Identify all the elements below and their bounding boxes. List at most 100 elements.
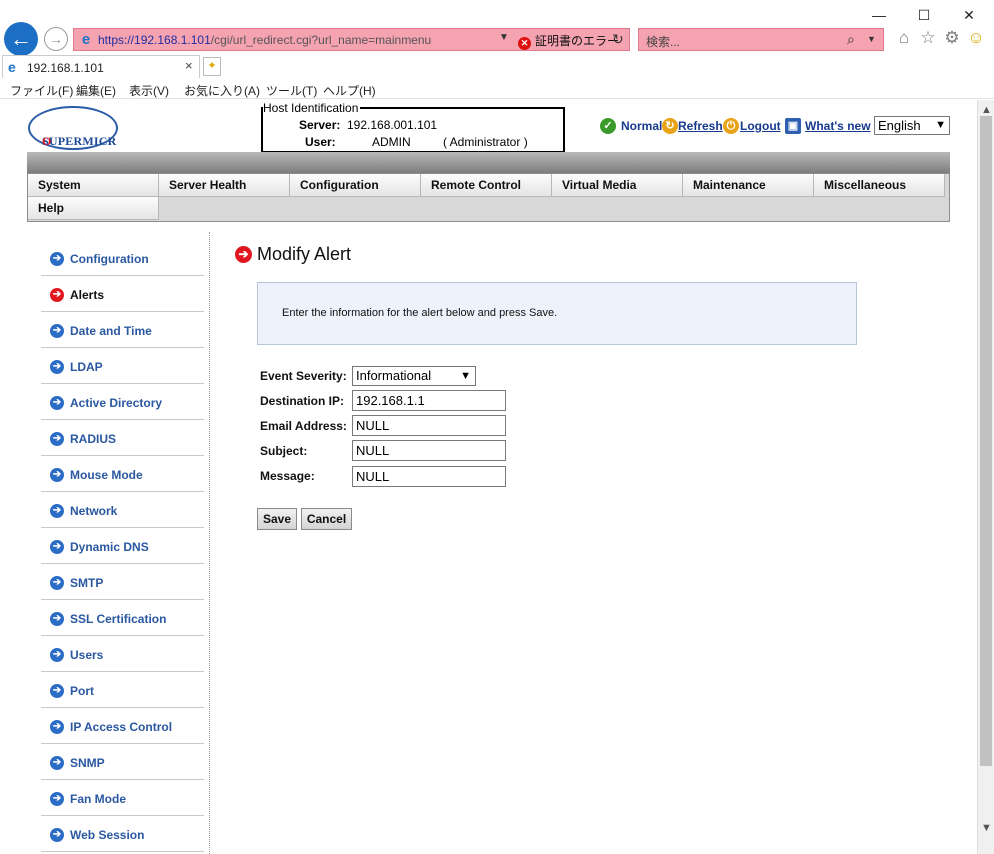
sidebar-item-smtp[interactable]: ➔ SMTP: [41, 564, 204, 600]
menu-favorites[interactable]: お気に入り(A): [184, 82, 260, 99]
menu-edit[interactable]: 編集(E): [76, 82, 116, 99]
maximize-icon[interactable]: ☐: [912, 4, 936, 26]
nav-configuration[interactable]: Configuration: [290, 174, 421, 197]
nav-virtual-media[interactable]: Virtual Media: [552, 174, 683, 197]
browser-search-box[interactable]: 検索... ⌕ ▼: [638, 28, 884, 51]
sidebar-item-configuration[interactable]: ➔ Configuration: [41, 240, 204, 276]
tab-ie-icon: e: [8, 59, 16, 75]
menu-file[interactable]: ファイル(F): [10, 82, 73, 99]
server-label: Server:: [299, 118, 341, 132]
info-box: Enter the information for the alert belo…: [257, 282, 857, 345]
logout-link[interactable]: Logout: [740, 119, 781, 133]
chevron-down-icon: ▼: [460, 370, 471, 382]
nav-miscellaneous[interactable]: Miscellaneous: [814, 174, 945, 197]
favorites-star-icon[interactable]: ☆: [918, 28, 938, 48]
severity-select[interactable]: Informational ▼: [352, 366, 476, 386]
title-arrow-icon: ➔: [235, 246, 252, 263]
logout-icon[interactable]: ⏻: [723, 118, 739, 134]
nav-header-band: [27, 152, 950, 174]
cancel-button[interactable]: Cancel: [301, 508, 352, 530]
sidebar-divider: [209, 232, 210, 854]
arrow-right-icon: ➔: [50, 432, 64, 446]
forward-button[interactable]: →: [44, 27, 68, 51]
search-dropdown-icon[interactable]: ▼: [867, 34, 876, 44]
arrow-right-icon: ➔: [50, 360, 64, 374]
scroll-down-icon[interactable]: ▼: [981, 822, 992, 834]
save-button[interactable]: Save: [257, 508, 297, 530]
refresh-link[interactable]: Refresh: [678, 119, 723, 133]
sidebar-item-fan-mode[interactable]: ➔ Fan Mode: [41, 780, 204, 816]
server-value: 192.168.001.101: [347, 118, 438, 132]
nav-system[interactable]: System: [28, 174, 159, 197]
arrow-right-icon: ➔: [50, 612, 64, 626]
monitor-icon[interactable]: ▣: [785, 118, 801, 134]
menu-tools[interactable]: ツール(T): [266, 82, 317, 99]
sidebar-item-snmp[interactable]: ➔ SNMP: [41, 744, 204, 780]
subject-input[interactable]: NULL: [352, 440, 506, 461]
message-input[interactable]: NULL: [352, 466, 506, 487]
home-icon[interactable]: ⌂: [894, 28, 914, 48]
whats-new-link[interactable]: What's new: [805, 119, 871, 133]
sidebar-item-date-time[interactable]: ➔ Date and Time: [41, 312, 204, 348]
address-bar[interactable]: e https://192.168.1.101/cgi/url_redirect…: [73, 28, 630, 51]
sidebar-item-port[interactable]: ➔ Port: [41, 672, 204, 708]
subject-label: Subject:: [260, 444, 308, 458]
settings-gear-icon[interactable]: ⚙: [942, 28, 962, 48]
arrow-right-icon: ➔: [50, 828, 64, 842]
language-select[interactable]: English ▼: [874, 116, 950, 135]
sidebar-item-active-directory[interactable]: ➔ Active Directory: [41, 384, 204, 420]
status-ok-icon: ✓: [600, 118, 616, 134]
user-role-value: ( Administrator ): [443, 135, 528, 149]
tab-title: 192.168.1.101: [27, 61, 104, 75]
menu-view[interactable]: 表示(V): [129, 82, 169, 99]
sidebar-item-alerts[interactable]: ➔ Alerts: [41, 276, 204, 312]
reload-icon[interactable]: ↻: [612, 31, 624, 48]
sidebar-item-users[interactable]: ➔ Users: [41, 636, 204, 672]
minimize-icon[interactable]: —: [867, 4, 891, 26]
email-input[interactable]: NULL: [352, 415, 506, 436]
browser-tab[interactable]: e 192.168.1.101 ×: [2, 55, 200, 78]
address-dropdown-icon[interactable]: ▼: [499, 32, 509, 43]
close-window-icon[interactable]: ✕: [957, 4, 981, 26]
supermicro-logo[interactable]: SUPERMICR O: [28, 106, 118, 150]
host-identification-legend: Host Identification: [263, 101, 361, 115]
host-identification-box: Host Identification Server: 192.168.001.…: [261, 101, 565, 153]
address-url[interactable]: https://192.168.1.101/cgi/url_redirect.c…: [98, 33, 431, 47]
arrow-right-icon: ➔: [50, 684, 64, 698]
nav-help[interactable]: Help: [28, 197, 159, 220]
tab-close-icon[interactable]: ×: [185, 58, 193, 73]
back-button[interactable]: ←: [4, 22, 38, 56]
user-value: ADMIN: [372, 135, 411, 149]
arrow-right-icon: ➔: [50, 756, 64, 770]
new-tab-icon[interactable]: ✦: [203, 57, 221, 76]
arrow-right-icon: ➔: [50, 648, 64, 662]
sidebar-item-ip-access-control[interactable]: ➔ IP Access Control: [41, 708, 204, 744]
page-title: Modify Alert: [257, 244, 352, 264]
certificate-error[interactable]: ✕ 証明書のエラー: [518, 32, 619, 50]
nav-server-health[interactable]: Server Health: [159, 174, 290, 197]
sidebar-item-radius[interactable]: ➔ RADIUS: [41, 420, 204, 456]
scroll-thumb[interactable]: [980, 116, 992, 766]
browser-chrome: — ☐ ✕ ← → e https://192.168.1.101/cgi/ur…: [0, 0, 994, 56]
sidebar-item-network[interactable]: ➔ Network: [41, 492, 204, 528]
arrow-right-icon: ➔: [50, 576, 64, 590]
nav-remote-control[interactable]: Remote Control: [421, 174, 552, 197]
sidebar-item-ssl-certification[interactable]: ➔ SSL Certification: [41, 600, 204, 636]
ie-page-icon: e: [81, 31, 91, 48]
sidebar-item-dynamic-dns[interactable]: ➔ Dynamic DNS: [41, 528, 204, 564]
search-icon[interactable]: ⌕: [847, 31, 855, 48]
nav-maintenance[interactable]: Maintenance: [683, 174, 814, 197]
feedback-smiley-icon[interactable]: ☺: [966, 28, 986, 48]
sidebar-item-mouse-mode[interactable]: ➔ Mouse Mode: [41, 456, 204, 492]
arrow-right-icon: ➔: [50, 540, 64, 554]
vertical-scrollbar[interactable]: ▲ ▼: [977, 100, 994, 854]
sidebar-item-ldap[interactable]: ➔ LDAP: [41, 348, 204, 384]
sidebar-item-web-session[interactable]: ➔ Web Session: [41, 816, 204, 852]
scroll-up-icon[interactable]: ▲: [981, 104, 992, 116]
status-normal-link[interactable]: Normal: [621, 119, 662, 133]
menu-help[interactable]: ヘルプ(H): [323, 82, 376, 99]
dest-ip-input[interactable]: 192.168.1.1: [352, 390, 506, 411]
email-label: Email Address:: [260, 419, 347, 433]
browser-menu-bar: ファイル(F) 編集(E) 表示(V) お気に入り(A) ツール(T) ヘルプ(…: [0, 78, 994, 99]
refresh-icon[interactable]: ↻: [662, 118, 678, 134]
